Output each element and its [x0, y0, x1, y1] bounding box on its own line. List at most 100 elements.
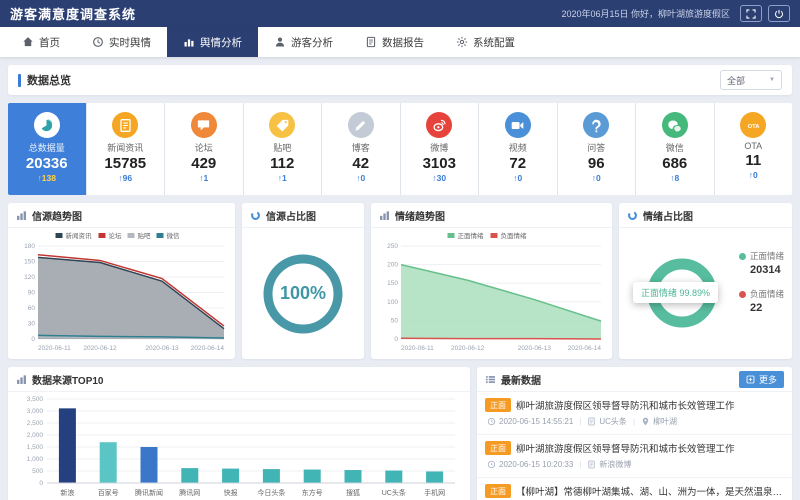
svg-text:2020-06-13: 2020-06-13 — [145, 345, 179, 352]
stat-card-tag[interactable]: 贴吧112↑1 — [244, 103, 322, 195]
nav-item-analysis[interactable]: 舆情分析 — [167, 27, 258, 57]
panel-title: 最新数据 — [501, 372, 541, 387]
nav-item-realtime[interactable]: 实时舆情 — [76, 27, 167, 57]
tag-icon — [269, 112, 295, 138]
pie-chart-icon — [627, 210, 638, 221]
weibo-icon — [426, 112, 452, 138]
section-title: 数据总览 — [18, 72, 71, 88]
svg-text:30: 30 — [28, 321, 36, 328]
stat-change: ↑138 — [10, 173, 84, 183]
source-trend-body: 03060901201501802020-06-112020-06-122020… — [8, 228, 235, 359]
svg-text:2,500: 2,500 — [27, 420, 44, 427]
panel-title: 数据来源TOP10 — [32, 372, 104, 387]
stat-card-blog[interactable]: 博客42↑0 — [322, 103, 400, 195]
panel-header: 情绪趋势图 — [371, 203, 612, 228]
svg-text:250: 250 — [387, 243, 398, 250]
svg-text:腾讯网: 腾讯网 — [179, 488, 200, 497]
app-root: 游客满意度调查系统 2020年06月15日 你好，柳叶湖旅游度假区 首页 实时舆情… — [0, 0, 800, 500]
svg-text:200: 200 — [387, 262, 398, 269]
stat-value: 112 — [246, 155, 320, 172]
svg-text:OTA: OTA — [747, 124, 760, 130]
stat-change: ↑0 — [481, 173, 555, 183]
stat-card-wechat[interactable]: 微信686↑8 — [636, 103, 714, 195]
stat-value: 96 — [560, 155, 634, 172]
stat-label: 视频 — [481, 141, 555, 154]
stat-card-pie[interactable]: 总数据量20336↑138 — [8, 103, 86, 195]
svg-text:2020-06-13: 2020-06-13 — [518, 345, 552, 352]
stat-value: 72 — [481, 155, 555, 172]
stat-card-forum[interactable]: 论坛429↑1 — [165, 103, 243, 195]
sentiment-share-body: 正面情绪 99.89% 正面情绪20314负面情绪22 — [619, 228, 792, 359]
news-meta: 2020-06-15 14:55:21|UC头条|柳叶湖 — [487, 416, 784, 427]
content: 数据总览 全部 ▼ 总数据量20336↑138新闻资讯15785↑96论坛429… — [0, 57, 800, 500]
news-icon — [112, 112, 138, 138]
stat-label: 新闻资讯 — [89, 141, 163, 154]
power-button[interactable] — [768, 5, 790, 22]
nav-item-label: 数据报告 — [382, 35, 424, 50]
more-button[interactable]: 更多 — [739, 371, 784, 388]
nav-item-visitor[interactable]: 游客分析 — [258, 27, 349, 57]
fullscreen-button[interactable] — [740, 5, 762, 22]
stat-card-weibo[interactable]: 微博3103↑30 — [401, 103, 479, 195]
stat-value: 429 — [167, 155, 241, 172]
filter-select[interactable]: 全部 ▼ — [720, 70, 782, 90]
svg-text:正面情绪: 正面情绪 — [458, 231, 485, 240]
panel-header: 最新数据 更多 — [477, 367, 792, 392]
nav-item-report[interactable]: 数据报告 — [349, 27, 440, 57]
news-title: 柳叶湖旅游度假区领导督导防汛和城市长效管理工作 — [516, 441, 735, 455]
stat-card-video[interactable]: 视频72↑0 — [479, 103, 557, 195]
settings-icon — [456, 36, 468, 48]
panel-sentiment-share: 情绪占比图 正面情绪 99.89% 正面情绪20314负面情绪22 — [619, 203, 792, 359]
svg-text:搜狐: 搜狐 — [346, 488, 360, 497]
blog-icon — [348, 112, 374, 138]
svg-text:2020-06-11: 2020-06-11 — [401, 345, 434, 352]
news-item[interactable]: 正面【柳叶湖】常德柳叶湖集城、湖、山、洲为一体，是天然温泉的... — [477, 478, 792, 500]
legend-item: 负面情绪22 — [739, 288, 784, 314]
plus-icon — [746, 375, 755, 384]
topbar: 游客满意度调查系统 2020年06月15日 你好，柳叶湖旅游度假区 — [0, 0, 800, 27]
panel-source-share: 信源占比图 100% — [242, 203, 364, 359]
sentiment-tag: 正面 — [485, 484, 511, 498]
separator: | — [579, 417, 581, 426]
svg-text:90: 90 — [28, 290, 36, 297]
svg-text:UC头条: UC头条 — [382, 488, 406, 497]
nav-item-label: 舆情分析 — [200, 35, 242, 50]
fullscreen-icon — [746, 9, 756, 19]
stat-change: ↑0 — [717, 170, 791, 180]
news-meta: 2020-06-15 10:20:33|新浪微博 — [487, 459, 784, 470]
sentiment-tag: 正面 — [485, 398, 511, 412]
topbar-right: 2020年06月15日 你好，柳叶湖旅游度假区 — [561, 5, 790, 22]
svg-text:0: 0 — [39, 480, 43, 487]
nav-item-settings[interactable]: 系统配置 — [440, 27, 531, 57]
bar-chart-icon — [379, 210, 390, 221]
svg-text:2020-06-14: 2020-06-14 — [568, 345, 602, 352]
top10-body: 05001,0001,5002,0002,5003,0003,500新浪百家号腾… — [8, 392, 470, 500]
bar-chart-icon — [16, 374, 27, 385]
stat-card-news[interactable]: 新闻资讯15785↑96 — [87, 103, 165, 195]
nav-item-label: 实时舆情 — [109, 35, 151, 50]
svg-text:2020-06-12: 2020-06-12 — [83, 345, 117, 352]
news-item[interactable]: 正面柳叶湖旅游度假区领导督导防汛和城市长效管理工作2020-06-15 14:5… — [477, 392, 792, 435]
forum-icon — [191, 112, 217, 138]
legend-value: 20314 — [750, 264, 784, 276]
legend-value: 22 — [750, 302, 784, 314]
stat-value: 3103 — [403, 155, 477, 172]
top10-bar-chart: 05001,0001,5002,0002,5003,0003,500新浪百家号腾… — [11, 393, 463, 500]
svg-text:贴吧: 贴吧 — [138, 231, 152, 240]
svg-text:腾讯新闻: 腾讯新闻 — [135, 488, 163, 497]
svg-text:2,000: 2,000 — [27, 432, 44, 439]
svg-text:3,000: 3,000 — [27, 408, 44, 415]
svg-text:500: 500 — [32, 468, 43, 475]
analysis-icon — [183, 36, 195, 48]
news-item[interactable]: 正面柳叶湖旅游度假区领导督导防汛和城市长效管理工作 2020-06-15 10:2… — [477, 435, 792, 478]
qa-icon — [583, 112, 609, 138]
svg-text:快报: 快报 — [224, 488, 238, 497]
clock-icon — [487, 417, 496, 426]
svg-text:50: 50 — [391, 317, 399, 324]
legend-label: 正面情绪 — [750, 250, 784, 262]
nav-item-home[interactable]: 首页 — [6, 27, 76, 57]
svg-text:论坛: 论坛 — [109, 231, 123, 240]
stat-card-qa[interactable]: 问答96↑0 — [558, 103, 636, 195]
sentiment-tag: 正面 — [485, 441, 511, 455]
stat-card-ota[interactable]: OTAOTA11↑0 — [715, 103, 793, 195]
